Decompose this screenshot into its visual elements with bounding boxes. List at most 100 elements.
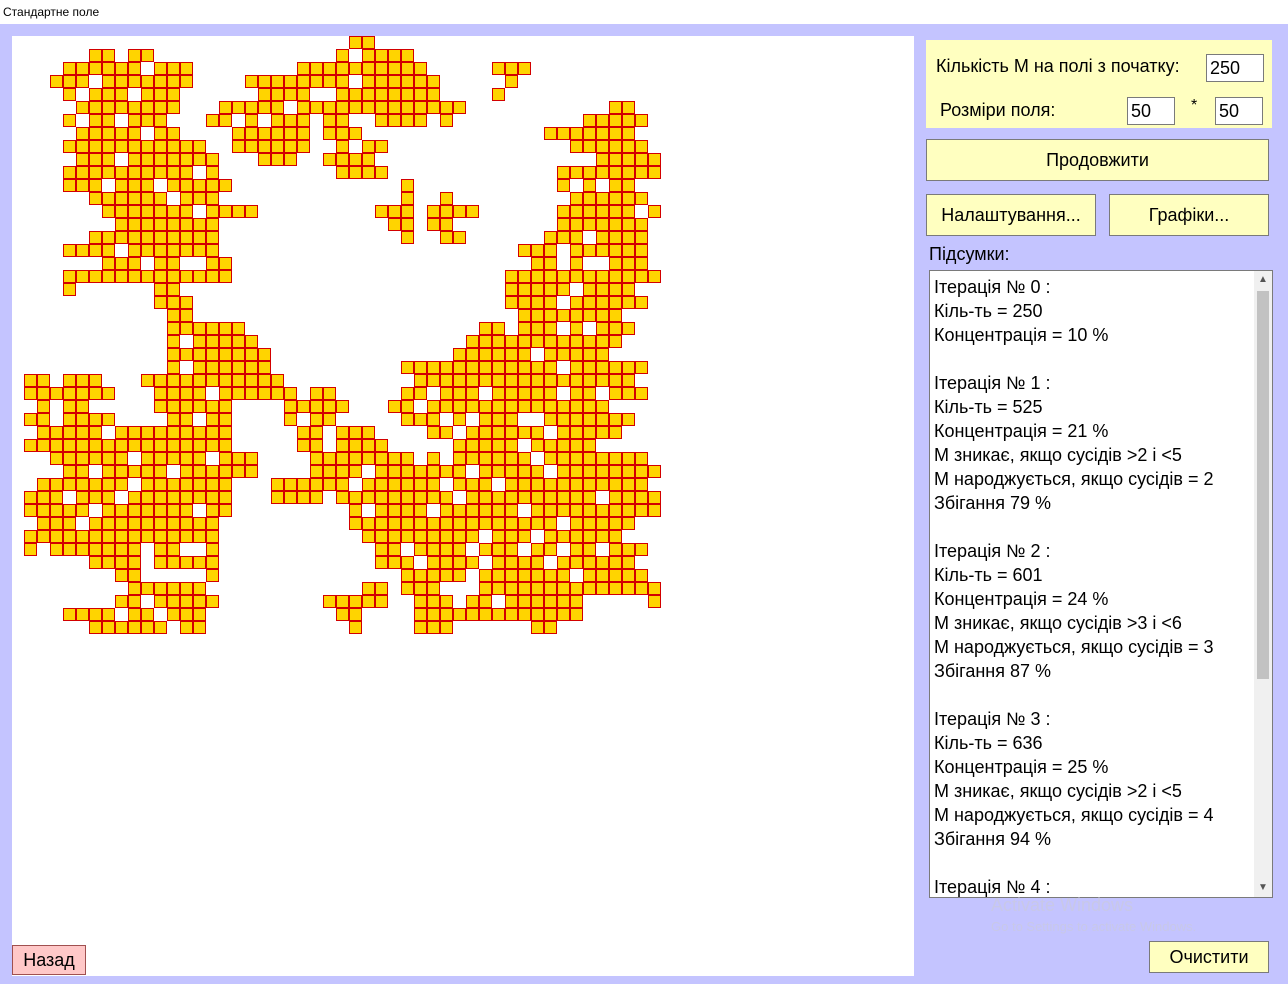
cell xyxy=(388,517,401,530)
cell xyxy=(466,556,479,569)
cell xyxy=(596,114,609,127)
summary-textbox[interactable]: Ітерація № 0 : Кіль-ть = 250 Концентрація … xyxy=(929,270,1273,898)
cell xyxy=(336,166,349,179)
cell xyxy=(518,361,531,374)
scroll-down-icon[interactable]: ▼ xyxy=(1254,879,1272,897)
field-height-input[interactable] xyxy=(1215,97,1263,125)
cell xyxy=(375,88,388,101)
cell xyxy=(336,62,349,75)
cell xyxy=(63,517,76,530)
cell xyxy=(596,231,609,244)
cell xyxy=(167,270,180,283)
cell xyxy=(362,439,375,452)
cell xyxy=(570,439,583,452)
cell xyxy=(362,452,375,465)
cell xyxy=(63,504,76,517)
cell xyxy=(622,257,635,270)
cell xyxy=(141,75,154,88)
scroll-up-icon[interactable]: ▲ xyxy=(1254,271,1272,289)
cell xyxy=(271,88,284,101)
cell xyxy=(609,166,622,179)
cell xyxy=(596,556,609,569)
cell xyxy=(102,478,115,491)
cell xyxy=(388,205,401,218)
cell xyxy=(622,153,635,166)
cell xyxy=(427,621,440,634)
cell xyxy=(115,257,128,270)
cell xyxy=(167,543,180,556)
cell xyxy=(531,387,544,400)
cell xyxy=(167,452,180,465)
cell xyxy=(362,595,375,608)
cell xyxy=(401,556,414,569)
cell xyxy=(622,244,635,257)
continue-button[interactable]: Продовжити xyxy=(926,139,1269,181)
cell xyxy=(635,114,648,127)
summary-line: Концентрація = 21 % xyxy=(934,421,1109,441)
scroll-thumb[interactable] xyxy=(1257,291,1269,679)
cell xyxy=(609,205,622,218)
cell xyxy=(466,205,479,218)
cell xyxy=(76,140,89,153)
cell xyxy=(89,452,102,465)
cell xyxy=(492,88,505,101)
cell xyxy=(76,504,89,517)
cell-field[interactable] xyxy=(12,36,914,976)
cell xyxy=(466,348,479,361)
initial-count-input[interactable] xyxy=(1206,54,1264,82)
cell xyxy=(297,491,310,504)
cell xyxy=(440,400,453,413)
cell xyxy=(310,400,323,413)
cell xyxy=(505,387,518,400)
cell xyxy=(206,517,219,530)
cell xyxy=(479,517,492,530)
clear-button[interactable]: Очистити xyxy=(1149,941,1269,973)
cell xyxy=(336,608,349,621)
cell xyxy=(622,166,635,179)
cell xyxy=(141,517,154,530)
cell xyxy=(557,556,570,569)
cell xyxy=(635,465,648,478)
cell xyxy=(258,88,271,101)
cell xyxy=(206,374,219,387)
cell xyxy=(284,153,297,166)
summary-scrollbar[interactable]: ▲ ▼ xyxy=(1254,271,1272,897)
graphs-button[interactable]: Графіки... xyxy=(1109,194,1269,236)
cell xyxy=(115,62,128,75)
cell xyxy=(531,517,544,530)
cell xyxy=(388,491,401,504)
cell xyxy=(596,335,609,348)
cell xyxy=(89,192,102,205)
cell xyxy=(180,309,193,322)
cell xyxy=(193,478,206,491)
cell xyxy=(531,439,544,452)
cell xyxy=(440,517,453,530)
cell xyxy=(297,88,310,101)
back-button[interactable]: Назад xyxy=(12,945,86,975)
cell xyxy=(583,491,596,504)
cell xyxy=(401,179,414,192)
cell xyxy=(50,452,63,465)
cell xyxy=(102,413,115,426)
cell xyxy=(362,530,375,543)
cell xyxy=(180,530,193,543)
settings-button[interactable]: Налаштування... xyxy=(926,194,1096,236)
cell xyxy=(206,114,219,127)
cell xyxy=(544,582,557,595)
cell xyxy=(505,595,518,608)
field-width-input[interactable] xyxy=(1127,97,1175,125)
cell xyxy=(544,361,557,374)
cell xyxy=(622,569,635,582)
cell xyxy=(544,348,557,361)
cell xyxy=(518,426,531,439)
cell xyxy=(557,283,570,296)
summary-line: М народжується, якщо сусідів = 4 xyxy=(934,805,1214,825)
cell xyxy=(76,166,89,179)
cell xyxy=(206,244,219,257)
cell xyxy=(154,270,167,283)
cell xyxy=(648,153,661,166)
cell xyxy=(102,192,115,205)
cell xyxy=(375,478,388,491)
cell xyxy=(596,218,609,231)
cell xyxy=(154,374,167,387)
